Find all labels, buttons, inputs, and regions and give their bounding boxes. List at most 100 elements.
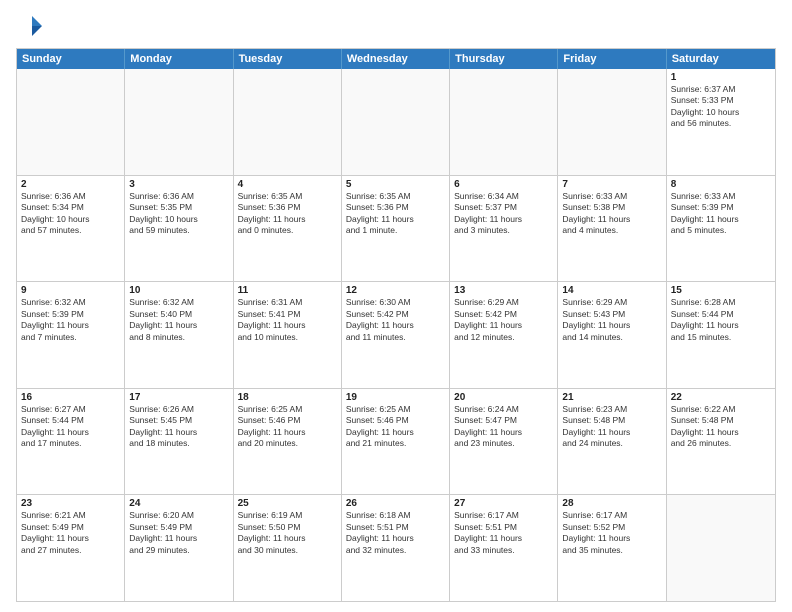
day-header-friday: Friday: [558, 49, 666, 69]
day-cell-10: 10Sunrise: 6:32 AM Sunset: 5:40 PM Dayli…: [125, 282, 233, 388]
cell-info: Sunrise: 6:23 AM Sunset: 5:48 PM Dayligh…: [562, 404, 661, 450]
cell-info: Sunrise: 6:25 AM Sunset: 5:46 PM Dayligh…: [238, 404, 337, 450]
cell-info: Sunrise: 6:17 AM Sunset: 5:52 PM Dayligh…: [562, 510, 661, 556]
day-cell-25: 25Sunrise: 6:19 AM Sunset: 5:50 PM Dayli…: [234, 495, 342, 601]
cell-info: Sunrise: 6:25 AM Sunset: 5:46 PM Dayligh…: [346, 404, 445, 450]
empty-cell: [125, 69, 233, 175]
day-cell-28: 28Sunrise: 6:17 AM Sunset: 5:52 PM Dayli…: [558, 495, 666, 601]
cell-info: Sunrise: 6:36 AM Sunset: 5:35 PM Dayligh…: [129, 191, 228, 237]
day-cell-23: 23Sunrise: 6:21 AM Sunset: 5:49 PM Dayli…: [17, 495, 125, 601]
page: SundayMondayTuesdayWednesdayThursdayFrid…: [0, 0, 792, 612]
day-number: 12: [346, 285, 445, 296]
header: [16, 12, 776, 40]
day-cell-6: 6Sunrise: 6:34 AM Sunset: 5:37 PM Daylig…: [450, 176, 558, 282]
cell-info: Sunrise: 6:28 AM Sunset: 5:44 PM Dayligh…: [671, 297, 771, 343]
calendar-header: SundayMondayTuesdayWednesdayThursdayFrid…: [17, 49, 775, 69]
day-number: 10: [129, 285, 228, 296]
cell-info: Sunrise: 6:34 AM Sunset: 5:37 PM Dayligh…: [454, 191, 553, 237]
day-number: 5: [346, 179, 445, 190]
day-number: 15: [671, 285, 771, 296]
day-cell-5: 5Sunrise: 6:35 AM Sunset: 5:36 PM Daylig…: [342, 176, 450, 282]
day-number: 13: [454, 285, 553, 296]
day-number: 14: [562, 285, 661, 296]
day-header-sunday: Sunday: [17, 49, 125, 69]
cell-info: Sunrise: 6:33 AM Sunset: 5:39 PM Dayligh…: [671, 191, 771, 237]
day-cell-15: 15Sunrise: 6:28 AM Sunset: 5:44 PM Dayli…: [667, 282, 775, 388]
day-number: 21: [562, 392, 661, 403]
day-number: 16: [21, 392, 120, 403]
day-number: 22: [671, 392, 771, 403]
calendar-row-5: 23Sunrise: 6:21 AM Sunset: 5:49 PM Dayli…: [17, 494, 775, 601]
day-cell-3: 3Sunrise: 6:36 AM Sunset: 5:35 PM Daylig…: [125, 176, 233, 282]
day-number: 2: [21, 179, 120, 190]
logo: [16, 12, 48, 40]
day-number: 20: [454, 392, 553, 403]
day-cell-16: 16Sunrise: 6:27 AM Sunset: 5:44 PM Dayli…: [17, 389, 125, 495]
calendar-row-2: 2Sunrise: 6:36 AM Sunset: 5:34 PM Daylig…: [17, 175, 775, 282]
day-cell-1: 1Sunrise: 6:37 AM Sunset: 5:33 PM Daylig…: [667, 69, 775, 175]
day-number: 6: [454, 179, 553, 190]
cell-info: Sunrise: 6:29 AM Sunset: 5:42 PM Dayligh…: [454, 297, 553, 343]
day-cell-19: 19Sunrise: 6:25 AM Sunset: 5:46 PM Dayli…: [342, 389, 450, 495]
day-cell-21: 21Sunrise: 6:23 AM Sunset: 5:48 PM Dayli…: [558, 389, 666, 495]
day-cell-11: 11Sunrise: 6:31 AM Sunset: 5:41 PM Dayli…: [234, 282, 342, 388]
day-cell-26: 26Sunrise: 6:18 AM Sunset: 5:51 PM Dayli…: [342, 495, 450, 601]
cell-info: Sunrise: 6:27 AM Sunset: 5:44 PM Dayligh…: [21, 404, 120, 450]
day-number: 23: [21, 498, 120, 509]
day-header-wednesday: Wednesday: [342, 49, 450, 69]
cell-info: Sunrise: 6:31 AM Sunset: 5:41 PM Dayligh…: [238, 297, 337, 343]
day-number: 17: [129, 392, 228, 403]
cell-info: Sunrise: 6:20 AM Sunset: 5:49 PM Dayligh…: [129, 510, 228, 556]
cell-info: Sunrise: 6:32 AM Sunset: 5:39 PM Dayligh…: [21, 297, 120, 343]
day-cell-18: 18Sunrise: 6:25 AM Sunset: 5:46 PM Dayli…: [234, 389, 342, 495]
day-number: 19: [346, 392, 445, 403]
day-number: 26: [346, 498, 445, 509]
day-cell-4: 4Sunrise: 6:35 AM Sunset: 5:36 PM Daylig…: [234, 176, 342, 282]
day-cell-20: 20Sunrise: 6:24 AM Sunset: 5:47 PM Dayli…: [450, 389, 558, 495]
cell-info: Sunrise: 6:19 AM Sunset: 5:50 PM Dayligh…: [238, 510, 337, 556]
cell-info: Sunrise: 6:21 AM Sunset: 5:49 PM Dayligh…: [21, 510, 120, 556]
cell-info: Sunrise: 6:36 AM Sunset: 5:34 PM Dayligh…: [21, 191, 120, 237]
day-cell-7: 7Sunrise: 6:33 AM Sunset: 5:38 PM Daylig…: [558, 176, 666, 282]
cell-info: Sunrise: 6:18 AM Sunset: 5:51 PM Dayligh…: [346, 510, 445, 556]
day-number: 8: [671, 179, 771, 190]
day-header-thursday: Thursday: [450, 49, 558, 69]
day-number: 3: [129, 179, 228, 190]
calendar: SundayMondayTuesdayWednesdayThursdayFrid…: [16, 48, 776, 602]
day-cell-24: 24Sunrise: 6:20 AM Sunset: 5:49 PM Dayli…: [125, 495, 233, 601]
cell-info: Sunrise: 6:29 AM Sunset: 5:43 PM Dayligh…: [562, 297, 661, 343]
day-cell-14: 14Sunrise: 6:29 AM Sunset: 5:43 PM Dayli…: [558, 282, 666, 388]
day-number: 7: [562, 179, 661, 190]
cell-info: Sunrise: 6:17 AM Sunset: 5:51 PM Dayligh…: [454, 510, 553, 556]
cell-info: Sunrise: 6:26 AM Sunset: 5:45 PM Dayligh…: [129, 404, 228, 450]
day-cell-9: 9Sunrise: 6:32 AM Sunset: 5:39 PM Daylig…: [17, 282, 125, 388]
day-number: 4: [238, 179, 337, 190]
empty-cell: [558, 69, 666, 175]
calendar-row-3: 9Sunrise: 6:32 AM Sunset: 5:39 PM Daylig…: [17, 281, 775, 388]
calendar-body: 1Sunrise: 6:37 AM Sunset: 5:33 PM Daylig…: [17, 69, 775, 601]
cell-info: Sunrise: 6:37 AM Sunset: 5:33 PM Dayligh…: [671, 84, 771, 130]
cell-info: Sunrise: 6:24 AM Sunset: 5:47 PM Dayligh…: [454, 404, 553, 450]
logo-icon: [16, 12, 44, 40]
day-cell-27: 27Sunrise: 6:17 AM Sunset: 5:51 PM Dayli…: [450, 495, 558, 601]
empty-cell: [667, 495, 775, 601]
day-header-tuesday: Tuesday: [234, 49, 342, 69]
cell-info: Sunrise: 6:35 AM Sunset: 5:36 PM Dayligh…: [346, 191, 445, 237]
day-number: 28: [562, 498, 661, 509]
cell-info: Sunrise: 6:32 AM Sunset: 5:40 PM Dayligh…: [129, 297, 228, 343]
calendar-row-1: 1Sunrise: 6:37 AM Sunset: 5:33 PM Daylig…: [17, 69, 775, 175]
day-cell-8: 8Sunrise: 6:33 AM Sunset: 5:39 PM Daylig…: [667, 176, 775, 282]
empty-cell: [234, 69, 342, 175]
cell-info: Sunrise: 6:22 AM Sunset: 5:48 PM Dayligh…: [671, 404, 771, 450]
day-number: 25: [238, 498, 337, 509]
day-header-monday: Monday: [125, 49, 233, 69]
day-cell-12: 12Sunrise: 6:30 AM Sunset: 5:42 PM Dayli…: [342, 282, 450, 388]
day-header-saturday: Saturday: [667, 49, 775, 69]
day-number: 11: [238, 285, 337, 296]
day-cell-13: 13Sunrise: 6:29 AM Sunset: 5:42 PM Dayli…: [450, 282, 558, 388]
day-number: 24: [129, 498, 228, 509]
day-number: 27: [454, 498, 553, 509]
empty-cell: [17, 69, 125, 175]
day-cell-2: 2Sunrise: 6:36 AM Sunset: 5:34 PM Daylig…: [17, 176, 125, 282]
day-cell-17: 17Sunrise: 6:26 AM Sunset: 5:45 PM Dayli…: [125, 389, 233, 495]
